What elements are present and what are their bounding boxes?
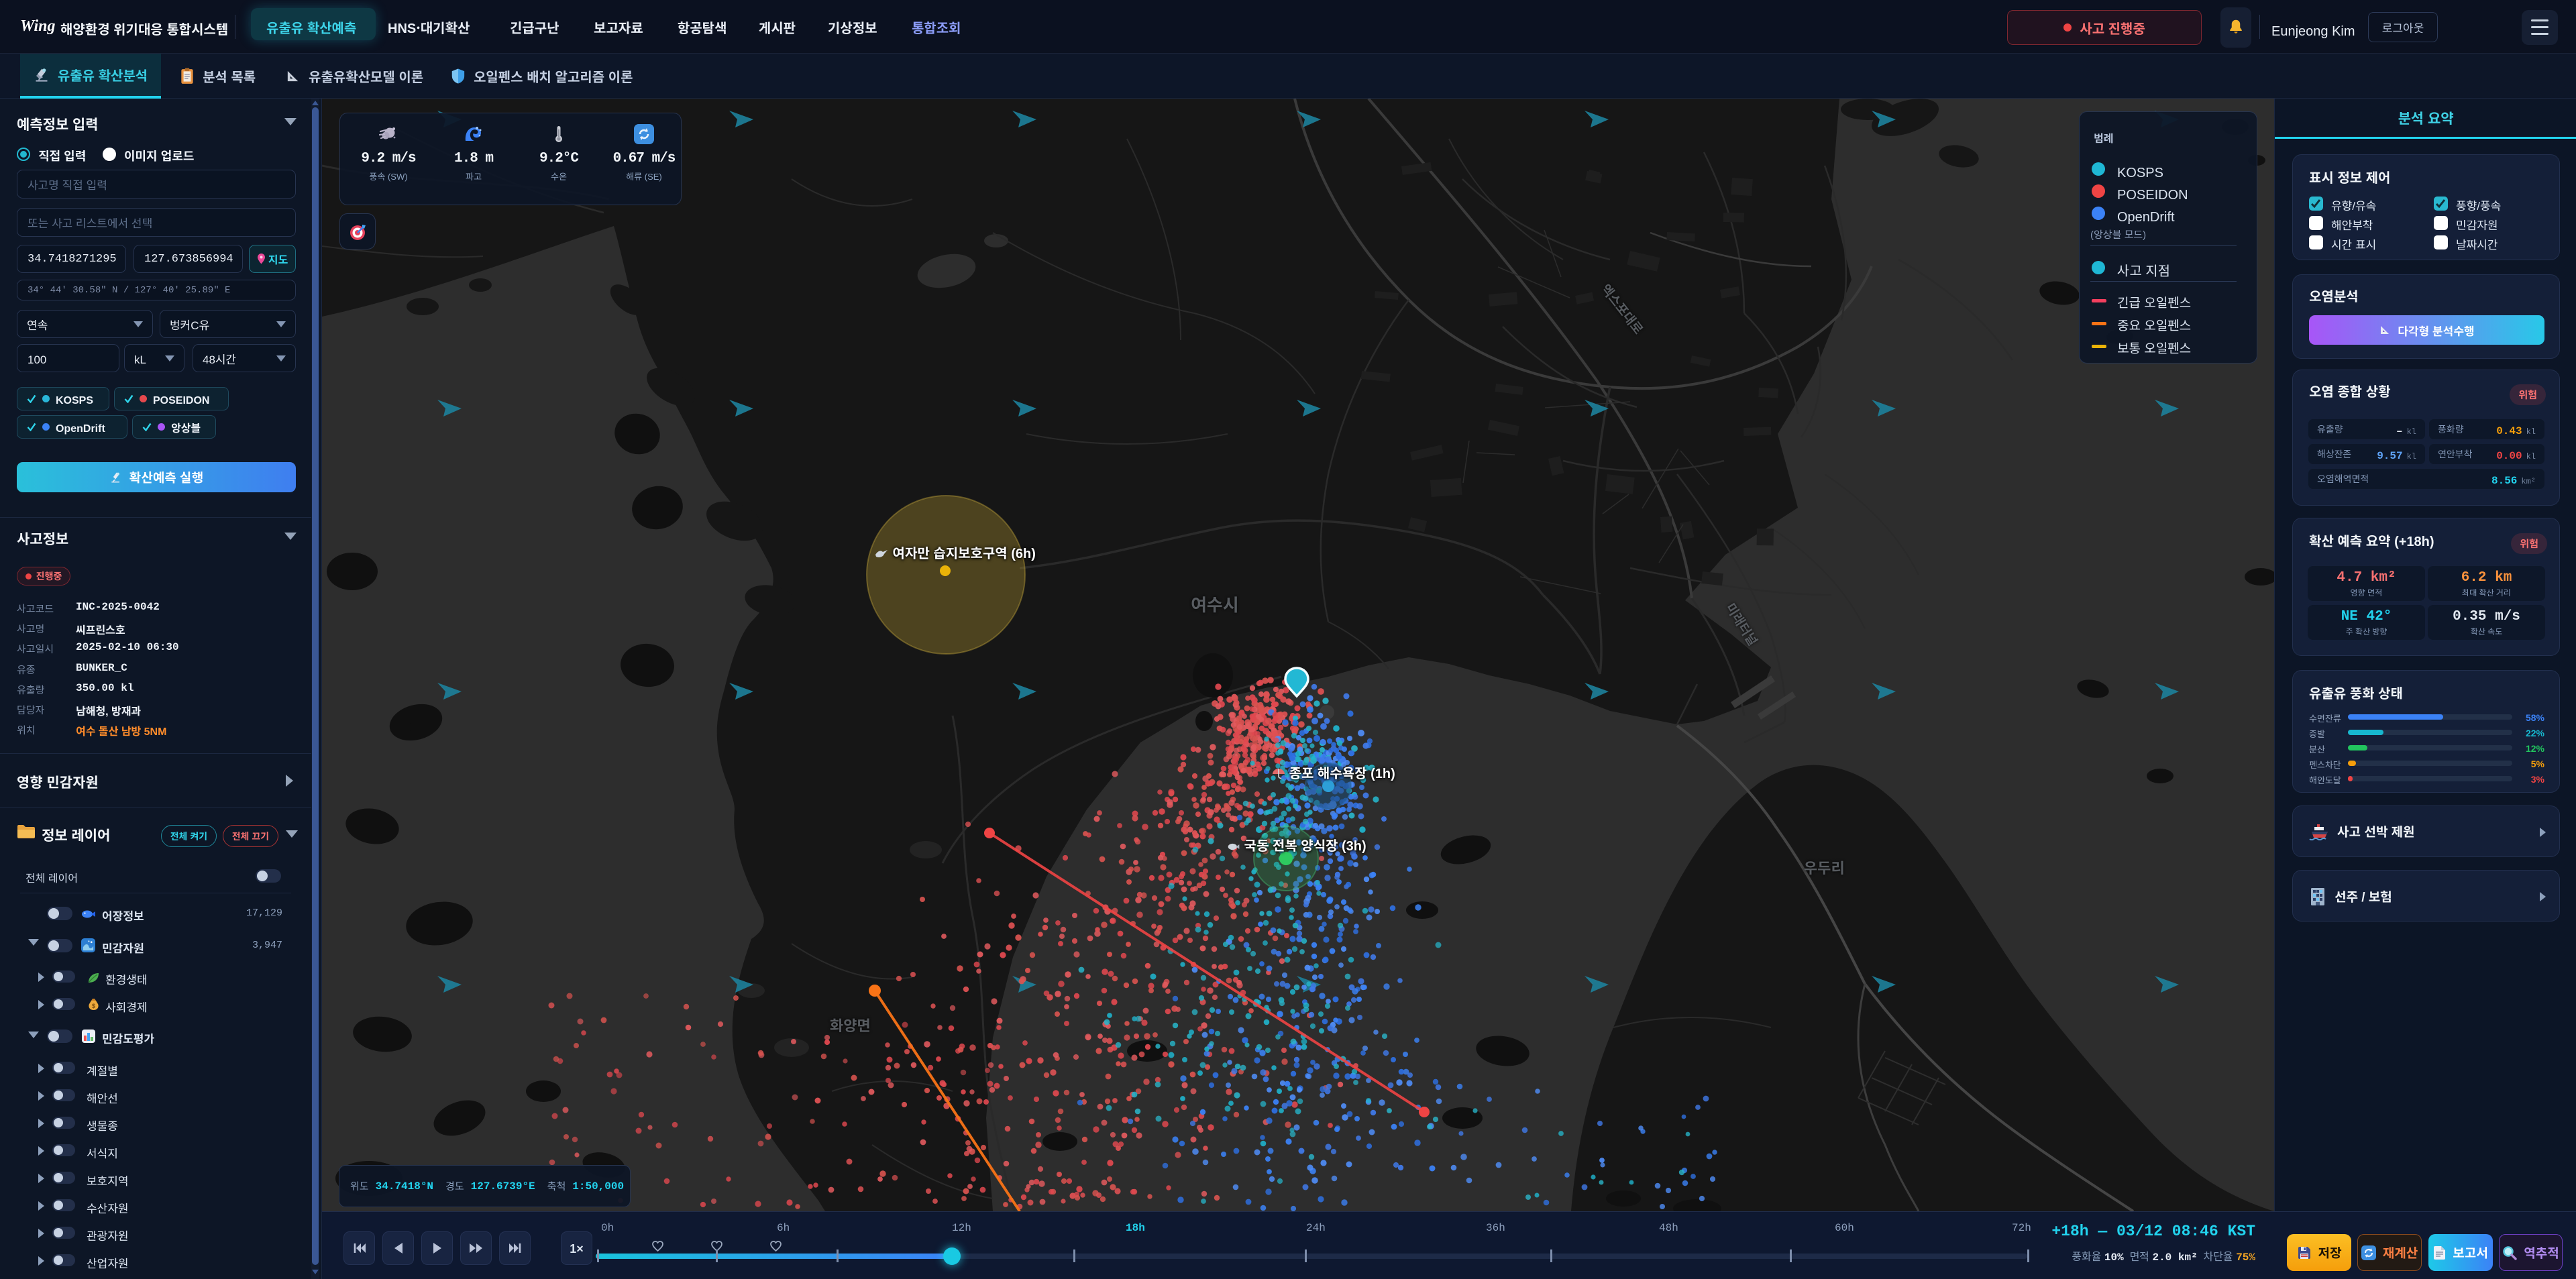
svg-text:$: $ <box>92 1003 95 1009</box>
